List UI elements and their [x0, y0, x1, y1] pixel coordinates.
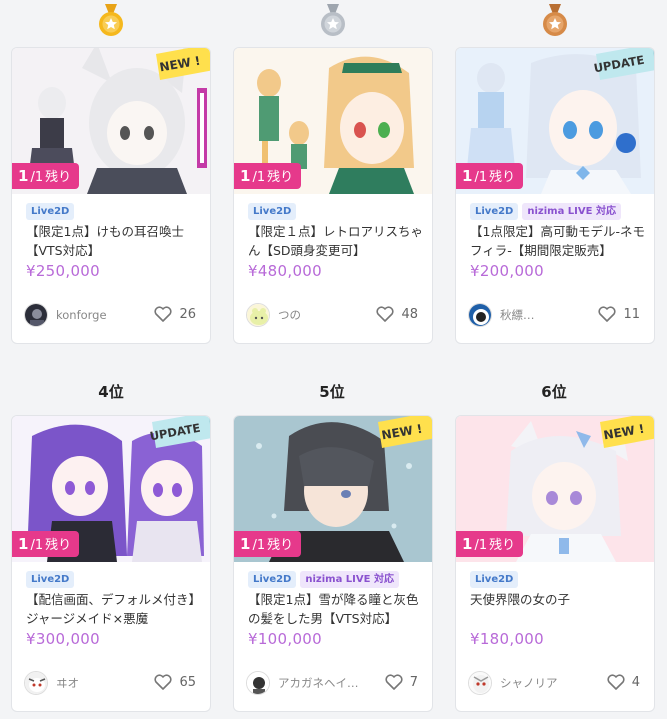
- like-count: 7: [409, 674, 418, 690]
- gold-medal-icon: [99, 4, 123, 36]
- product-card[interactable]: 1/1 残り UPDATE Live2D 【配信画面、デフォルメ付き】ジャージメイ…: [11, 415, 211, 712]
- product-title[interactable]: 【1点限定】高可動モデル-ネモフィラ-【期間限定販売】: [470, 222, 648, 260]
- like-button[interactable]: 26: [154, 306, 196, 322]
- product-title[interactable]: 【限定１点】レトロアリスちゃん【SD頭身変更可】: [248, 222, 426, 260]
- stock-remaining-badge: 1/1 残り: [456, 163, 524, 189]
- creator-name: シャノリア: [500, 676, 558, 690]
- creator-name: ヰオ: [56, 676, 79, 690]
- product-card[interactable]: 1/1 残り NEW ! Live2D 天使界隈の女の子 ¥180,000 シャノ…: [455, 415, 655, 712]
- creator-name: 秋縹…: [500, 308, 535, 322]
- tag-nizima-live[interactable]: nizima LIVE 対応: [300, 571, 399, 588]
- rank-label-6: 6位: [541, 383, 567, 401]
- tag-live2d[interactable]: Live2D: [470, 571, 519, 588]
- tag-live2d[interactable]: Live2D: [248, 203, 297, 220]
- product-title[interactable]: 【限定1点】雪が降る瞳と灰色の髪をした男【VTS対応】: [248, 590, 426, 628]
- stock-remaining-badge: 1/1 残り: [12, 531, 80, 557]
- rank-label-5: 5位: [319, 383, 345, 401]
- creator-name: konforge: [56, 308, 107, 322]
- creator-link[interactable]: konforge: [24, 303, 144, 327]
- creator-link[interactable]: 秋縹…: [468, 303, 588, 327]
- product-price: ¥300,000: [26, 630, 100, 648]
- creator-link[interactable]: つの: [246, 303, 366, 327]
- avatar: [24, 303, 48, 327]
- product-thumbnail[interactable]: 1/1 残り: [234, 48, 432, 194]
- like-button[interactable]: 65: [154, 674, 196, 690]
- creator-link[interactable]: シャノリア: [468, 671, 588, 695]
- like-button[interactable]: 4: [607, 674, 640, 690]
- like-button[interactable]: 7: [385, 674, 418, 690]
- like-count: 48: [401, 306, 418, 322]
- product-title[interactable]: 【限定1点】けもの耳召喚士【VTS対応】: [26, 222, 204, 260]
- product-price: ¥200,000: [470, 262, 544, 280]
- avatar: [24, 671, 48, 695]
- stock-remaining-badge: 1/1 残り: [234, 163, 302, 189]
- tag-live2d[interactable]: Live2D: [248, 571, 297, 588]
- tag-nizima-live[interactable]: nizima LIVE 対応: [522, 203, 621, 220]
- product-title[interactable]: 天使界隈の女の子: [470, 590, 648, 609]
- avatar: [468, 671, 492, 695]
- product-card[interactable]: 1/1 残り Live2D 【限定１点】レトロアリスちゃん【SD頭身変更可】 ¥4…: [233, 47, 433, 344]
- heart-icon: [607, 674, 625, 690]
- like-count: 65: [179, 674, 196, 690]
- stock-remaining-badge: 1/1 残り: [456, 531, 524, 557]
- like-button[interactable]: 48: [376, 306, 418, 322]
- like-count: 11: [623, 306, 640, 322]
- tag-live2d[interactable]: Live2D: [26, 571, 75, 588]
- product-price: ¥100,000: [248, 630, 322, 648]
- creator-name: つの: [278, 308, 301, 322]
- creator-name: アカガネヘイシ…: [278, 676, 366, 690]
- product-card[interactable]: 1/1 残り UPDATE Live2D nizima LIVE 対応 【1点限定…: [455, 47, 655, 344]
- avatar: [246, 303, 270, 327]
- heart-icon: [376, 306, 394, 322]
- like-count: 26: [179, 306, 196, 322]
- product-price: ¥480,000: [248, 262, 322, 280]
- tag-live2d[interactable]: Live2D: [470, 203, 519, 220]
- product-title[interactable]: 【配信画面、デフォルメ付き】ジャージメイド×悪魔: [26, 590, 204, 628]
- heart-icon: [598, 306, 616, 322]
- heart-icon: [385, 674, 403, 690]
- product-price: ¥180,000: [470, 630, 544, 648]
- tag-live2d[interactable]: Live2D: [26, 203, 75, 220]
- silver-medal-icon: [321, 4, 345, 36]
- like-count: 4: [631, 674, 640, 690]
- heart-icon: [154, 306, 172, 322]
- heart-icon: [154, 674, 172, 690]
- avatar: [468, 303, 492, 327]
- stock-remaining-badge: 1/1 残り: [12, 163, 80, 189]
- stock-remaining-badge: 1/1 残り: [234, 531, 302, 557]
- product-card[interactable]: 1/1 残り NEW ! Live2D nizima LIVE 対応 【限定1点】…: [233, 415, 433, 712]
- creator-link[interactable]: アカガネヘイシ…: [246, 671, 366, 695]
- avatar: [246, 671, 270, 695]
- product-price: ¥250,000: [26, 262, 100, 280]
- product-card[interactable]: 1/1 残り NEW ! Live2D 【限定1点】けもの耳召喚士【VTS対応】 …: [11, 47, 211, 344]
- creator-link[interactable]: ヰオ: [24, 671, 144, 695]
- rank-label-4: 4位: [98, 383, 124, 401]
- bronze-medal-icon: [543, 4, 567, 36]
- like-button[interactable]: 11: [598, 306, 640, 322]
